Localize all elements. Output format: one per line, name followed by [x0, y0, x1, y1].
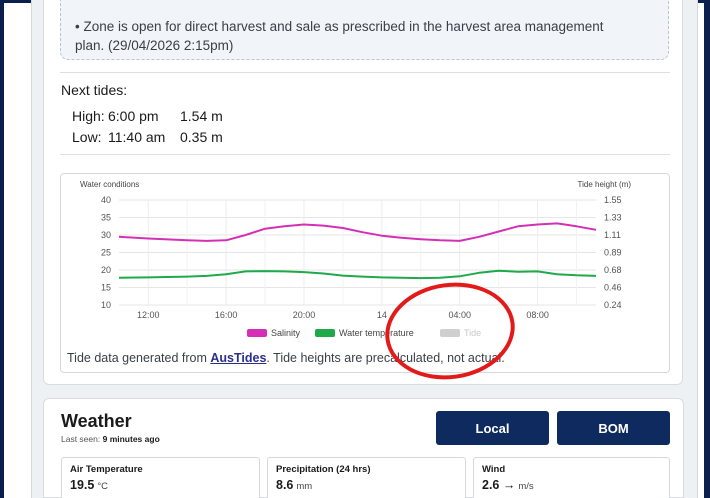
- y-tick-label: 15: [101, 283, 111, 293]
- metric-air-temperature: Air Temperature 19.5 °C: [61, 457, 260, 498]
- y2-tick-label: 1.33: [604, 213, 622, 223]
- series-line-water-temperature: [118, 269, 597, 280]
- last-seen-value: 9 minutes ago: [102, 434, 160, 444]
- local-weather-button[interactable]: Local: [436, 411, 549, 445]
- y-tick-label: 10: [101, 300, 111, 310]
- metric-unit: m/s: [518, 481, 534, 492]
- metric-unit: mm: [296, 481, 313, 492]
- left-axis-label: Water conditions: [80, 180, 139, 189]
- bom-weather-button[interactable]: BOM: [557, 411, 670, 445]
- tide-note-prefix: Tide data generated from: [67, 351, 211, 365]
- metric-value: 2.6 → m/s: [482, 478, 534, 492]
- y-tick-label: 20: [101, 265, 111, 275]
- weather-title: Weather: [61, 411, 132, 431]
- y2-tick-label: 0.89: [604, 248, 622, 258]
- metric-unit: °C: [97, 481, 109, 492]
- chart-grid: [119, 199, 596, 306]
- metric-precipitation: Precipitation (24 hrs) 8.6 mm: [267, 457, 466, 498]
- x-tick-label: 12:00: [137, 310, 160, 320]
- chart-ticks: 40 1.55 35 1.33 30 1.11 25 0.89 20 0.68 15 0.46 10 0.…: [101, 195, 622, 320]
- y2-tick-label: 0.68: [604, 265, 622, 275]
- metric-value: 19.5 °C: [70, 478, 108, 492]
- series-line-salinity: [118, 222, 597, 242]
- last-seen-label: Last seen:: [61, 434, 101, 444]
- y-tick-label: 25: [101, 248, 111, 258]
- y2-tick-label: 0.24: [604, 300, 622, 310]
- metric-label: Precipitation (24 hrs): [276, 464, 371, 475]
- metric-number: 19.5: [70, 478, 95, 492]
- legend-swatch: [315, 329, 335, 337]
- metric-label: Wind: [482, 464, 506, 475]
- y2-tick-label: 1.11: [604, 230, 621, 240]
- right-axis-label: Tide height (m): [578, 180, 632, 189]
- y2-tick-label: 0.46: [604, 283, 622, 293]
- y2-tick-label: 1.55: [604, 195, 622, 205]
- x-tick-label: 20:00: [293, 310, 316, 320]
- austides-link[interactable]: AusTides: [210, 351, 266, 365]
- weather-last-seen: Last seen: 9 minutes ago: [61, 434, 160, 444]
- metric-value: 8.6 mm: [276, 478, 312, 492]
- y-tick-label: 35: [101, 213, 111, 223]
- x-tick-label: 14: [377, 310, 387, 320]
- y-tick-label: 40: [101, 195, 111, 205]
- legend-swatch: [247, 329, 267, 337]
- metric-label: Air Temperature: [70, 464, 143, 475]
- y-tick-label: 30: [101, 230, 111, 240]
- metric-number: 8.6: [276, 478, 294, 492]
- x-tick-label: 08:00: [526, 310, 549, 320]
- x-tick-label: 16:00: [215, 310, 238, 320]
- metric-number: 2.6 →: [482, 478, 516, 492]
- metric-wind: Wind 2.6 → m/s: [473, 457, 670, 498]
- legend-label: Salinity: [271, 328, 301, 338]
